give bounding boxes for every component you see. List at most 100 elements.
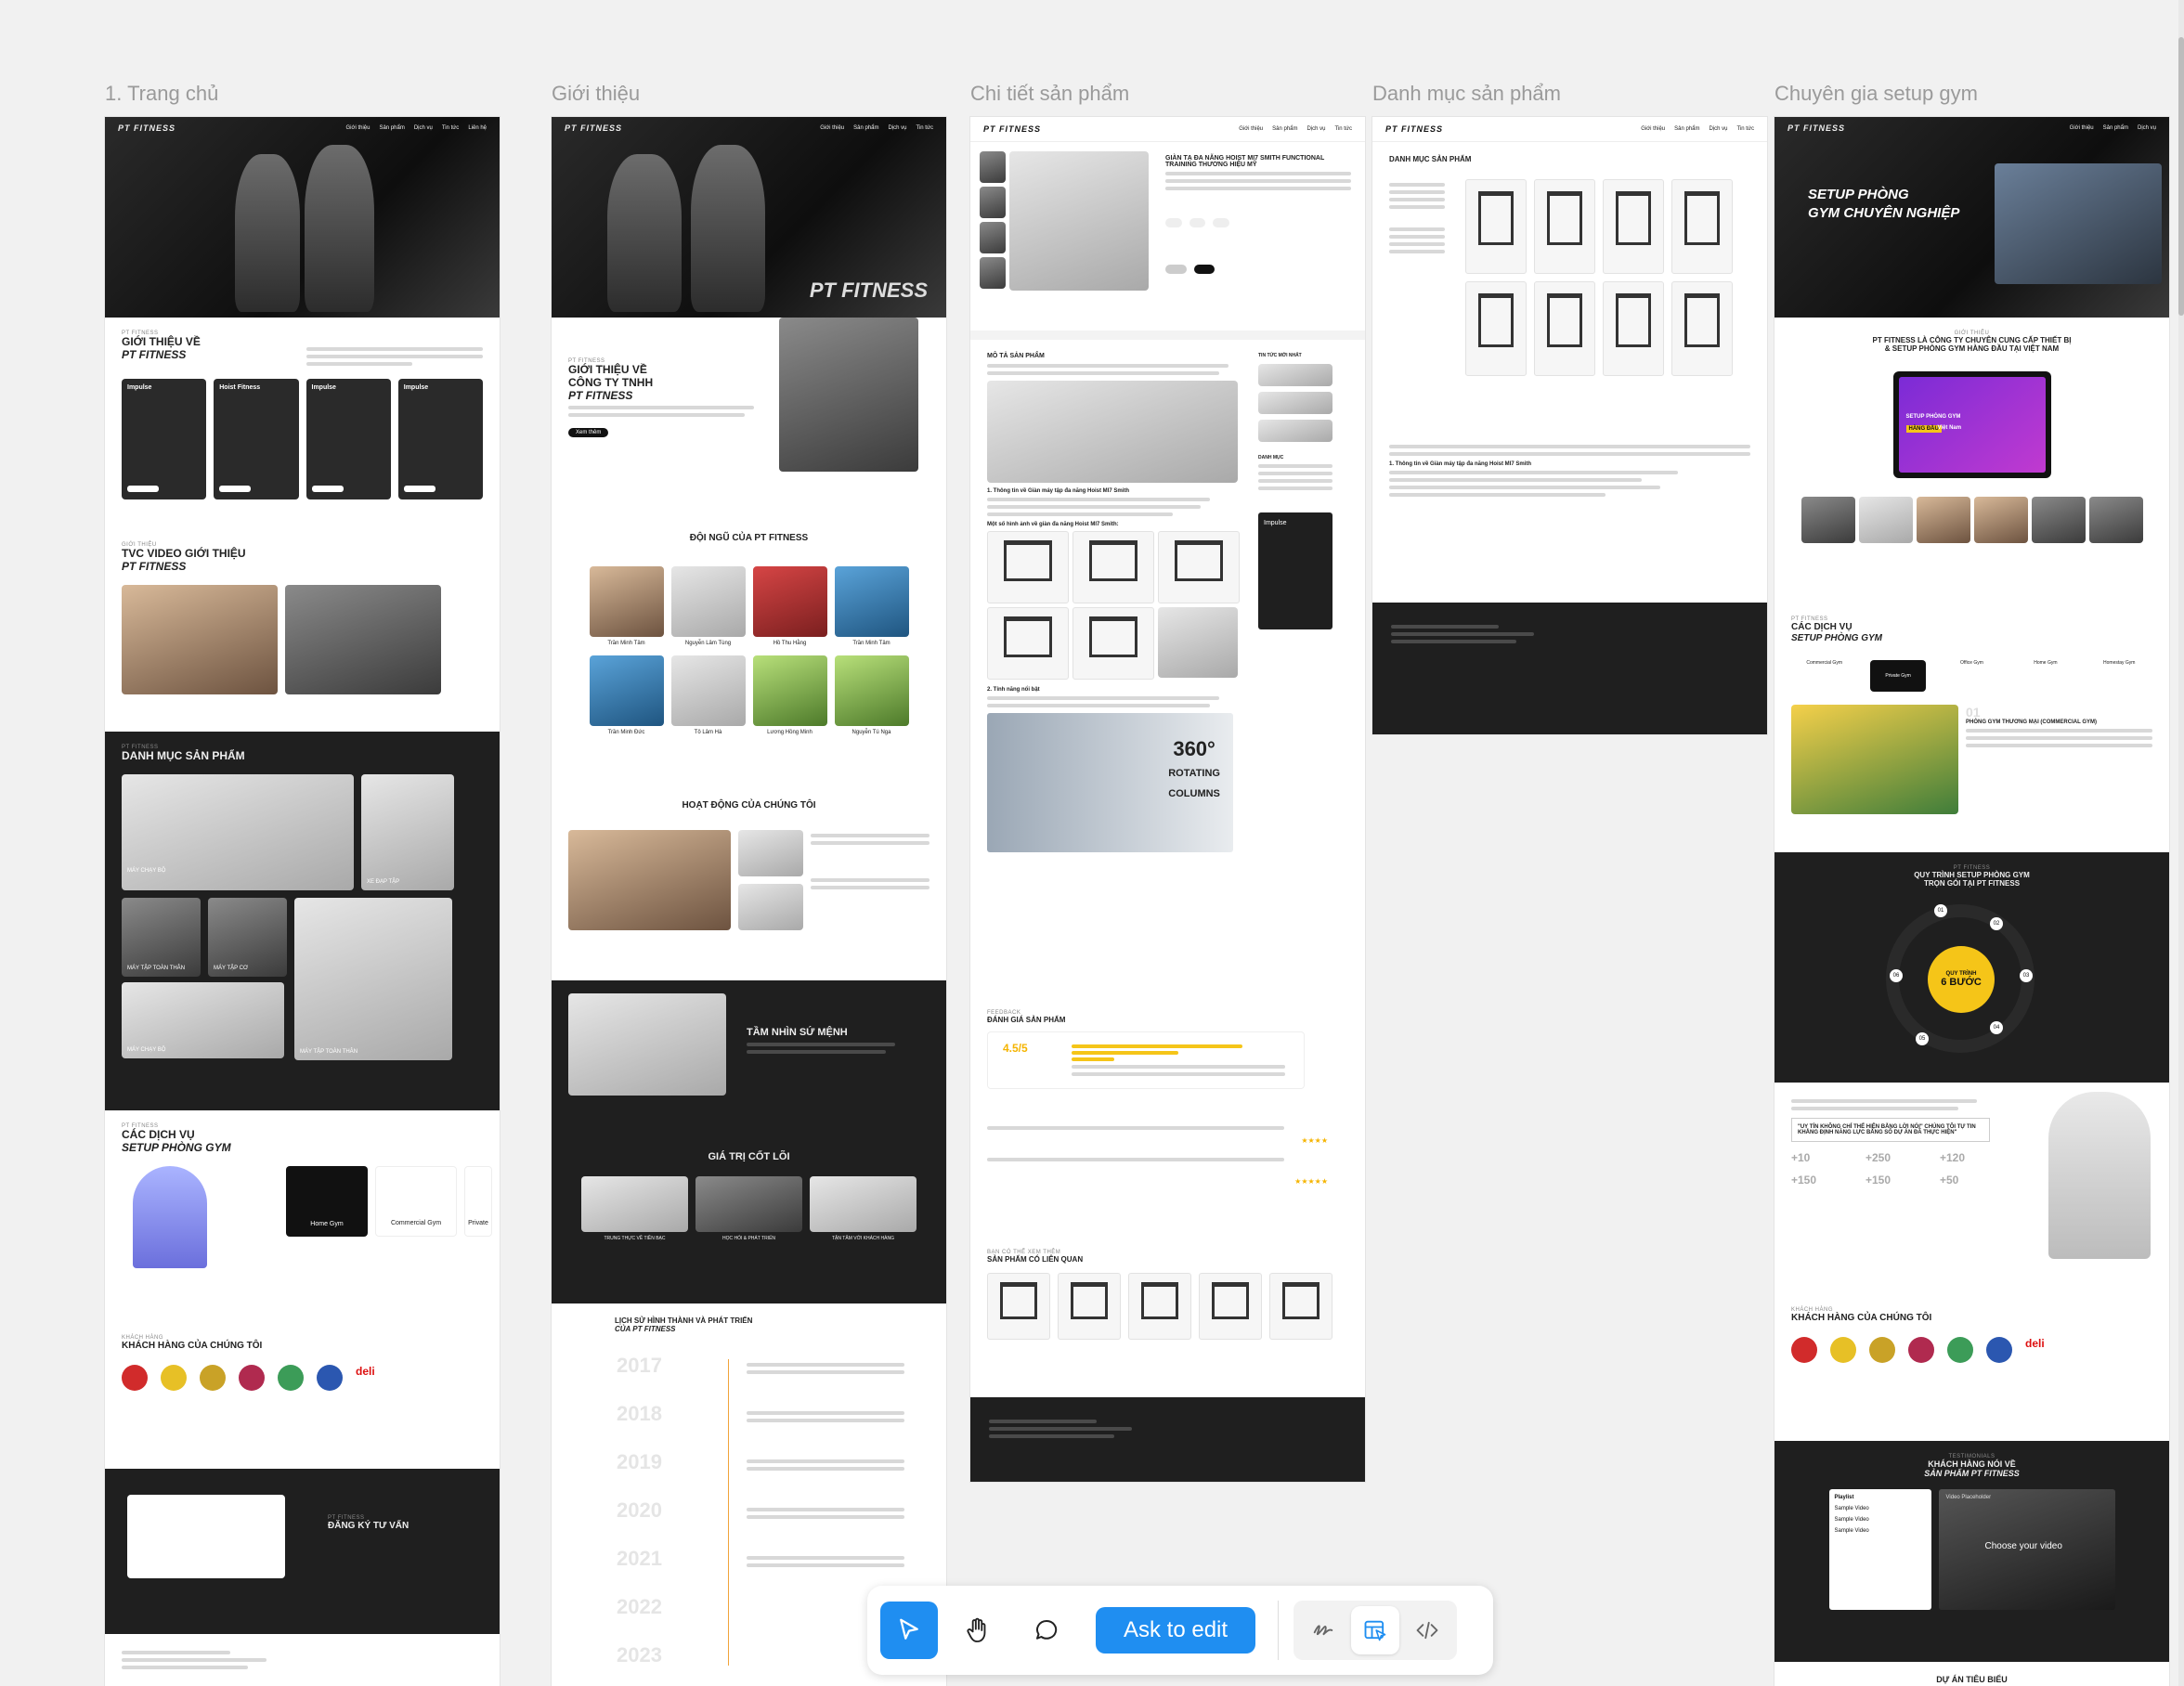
frame-title-category: Danh mục sản phẩm (1372, 82, 1561, 105)
home-video: GIỚI THIỆU TVC VIDEO GIỚI THIỆU PT FITNES… (105, 529, 500, 732)
frame-detail[interactable]: PT FITNESS Giới thiệu Sản phẩm Dịch vụ Tin t… (970, 117, 1365, 1482)
frame-title-detail: Chi tiết sản phẩm (970, 82, 1130, 105)
home-categories: PT FITNESS DANH MỤC SẢN PHẨM MÁY CHẠY BỘ… (105, 732, 500, 1110)
video-player[interactable]: Video Placeholder Choose your video (1938, 1489, 2115, 1610)
category-tile[interactable]: MÁY CHẠY BỘ (122, 773, 354, 890)
expert-projects: DỰ ÁN TIÊU BIỂU (1774, 1662, 2169, 1686)
category-tile[interactable]: MÁY TẬP TOÀN THÂN (122, 897, 201, 977)
category-tile[interactable]: MÁY CHẠY BỘ (122, 981, 284, 1058)
service-card-home-gym[interactable]: Home Gym (286, 1166, 368, 1237)
consult-form[interactable] (127, 1495, 285, 1578)
category-footer (1372, 603, 1767, 734)
frame-home[interactable]: PT FITNESS Giới thiệu Sản phẩm Dịch vụ Tin … (105, 117, 500, 1686)
cursor-icon (900, 1618, 918, 1640)
detail-related: BẠN CÓ THỂ XEM THÊM SẢN PHẨM CÓ LIÊN QUA… (970, 1237, 1365, 1397)
home-clients-title: KHÁCH HÀNG CỦA CHÚNG TÔI (122, 1341, 263, 1351)
home-about: PT FITNESS GIỚI THIỆU VỀ PT FITNESS Impul… (105, 318, 500, 529)
intro-about: PT FITNESS GIỚI THIỆU VỀ CÔNG TY TNHH PT F… (552, 318, 946, 520)
intro-history-title: LỊCH SỬ HÌNH THÀNH VÀ PHÁT TRIỂN CỦA PT F… (615, 1316, 753, 1334)
home-brand-card[interactable]: Impulse (122, 378, 207, 499)
detail-footer (970, 1397, 1365, 1482)
comment-tool-button[interactable] (1018, 1602, 1075, 1659)
expert-testimonial-title: KHÁCH HÀNG NÓI VỀ SẢN PHẨM PT FITNESS (1924, 1459, 2020, 1478)
frame-expert[interactable]: PT FITNESS Giới thiệu Sản phẩm Dịch vụ SETU… (1774, 117, 2169, 1686)
category-tile[interactable]: MÁY TẬP CƠ (208, 897, 287, 977)
intro-activities: HOẠT ĐỘNG CỦA CHÚNG TÔI (552, 787, 946, 980)
home-brand-card[interactable]: Impulse (306, 378, 391, 499)
intro-vision-title: TẦM NHÌN SỨ MỆNH (747, 1027, 848, 1038)
scribble-icon (1313, 1625, 1333, 1636)
category-tile[interactable]: MÁY TẬP TOÀN THÂN (294, 897, 452, 1060)
expert-testimonials: TESTIMONIALS KHÁCH HÀNG NÓI VỀ SẢN PHẨM P… (1774, 1441, 2169, 1662)
home-brand-card[interactable]: Hoist Fitness (214, 378, 299, 499)
draw-mode-button[interactable] (1299, 1606, 1347, 1654)
design-mode-button[interactable] (1351, 1606, 1400, 1654)
detail-review-title: ĐÁNH GIÁ SẢN PHẨM (987, 1016, 1066, 1024)
layout-cursor-icon (1364, 1620, 1386, 1641)
ask-to-edit-button[interactable]: Ask to edit (1096, 1607, 1256, 1654)
expert-services-title: CÁC DỊCH VỤ SETUP PHÒNG GYM (1791, 622, 1882, 643)
mode-switcher (1294, 1601, 1458, 1660)
home-consult: PT FITNESS ĐĂNG KÝ TƯ VẤN (105, 1469, 500, 1634)
expert-quote: "UY TÍN KHÔNG CHỈ THỂ HIỆN BẰNG LỜI NÓI"… (1791, 1118, 1990, 1142)
frame-category[interactable]: PT FITNESS Giới thiệu Sản phẩm Dịch vụ Tin t… (1372, 117, 1767, 734)
service-tab[interactable]: Homestay Gym (2091, 660, 2147, 692)
home-services: PT FITNESS CÁC DỊCH VỤ SETUP PHÒNG GYM Ho… (105, 1110, 500, 1322)
code-icon (1416, 1621, 1438, 1640)
frame-title-expert: Chuyên gia setup gym (1774, 82, 1978, 105)
home-video-title: TVC VIDEO GIỚI THIỆU PT FITNESS (122, 547, 246, 573)
home-services-title: CÁC DỊCH VỤ SETUP PHÒNG GYM (122, 1128, 231, 1154)
video-thumb[interactable] (285, 584, 441, 694)
home-logo[interactable]: PT FITNESS (118, 123, 176, 133)
expert-process-title: QUY TRÌNH SETUP PHÒNG GYM TRỌN GÓI TẠI PT… (1914, 871, 2030, 888)
intro-vision: TẦM NHÌN SỨ MỆNH GIÁ TRỊ CỐT LÕI TRUNG T… (552, 980, 946, 1303)
intro-values-title: GIÁ TRỊ CỐT LÕI (708, 1151, 790, 1162)
service-tab[interactable]: Office Gym (1944, 660, 1999, 692)
expert-clients: KHÁCH HÀNG KHÁCH HÀNG CỦA CHÚNG TÔI deli (1774, 1294, 2169, 1441)
intro-hero-brand: PT FITNESS (809, 279, 928, 302)
intro-team: ĐỘI NGŨ CỦA PT FITNESS Trần Minh Tâm Ngu… (552, 520, 946, 787)
frame-intro[interactable]: PT FITNESS Giới thiệu Sản phẩm Dịch vụ Tin t… (552, 117, 946, 1686)
video-playlist[interactable]: Playlist Sample Video Sample Video Sample … (1828, 1489, 1931, 1610)
home-brand-card[interactable]: Impulse (397, 378, 483, 499)
home-hero: PT FITNESS Giới thiệu Sản phẩm Dịch vụ Tin … (105, 117, 500, 318)
category-page-title: DANH MỤC SẢN PHẨM (1389, 155, 1472, 163)
category-grid-section: DANH MỤC SẢN PHẨM (1372, 142, 1767, 428)
expert-clients-title: KHÁCH HÀNG CỦA CHÚNG TÔI (1791, 1313, 1932, 1323)
expert-intro: GIỚI THIỆU PT FITNESS LÀ CÔNG TY CHUYÊN … (1774, 318, 2169, 603)
service-tab-active[interactable]: Private Gym (1870, 660, 1927, 692)
detail-description: MÔ TẢ SẢN PHẨM 1. Thông tin về Giàn máy … (970, 340, 1365, 997)
category-tile[interactable]: XE ĐẠP TẬP (361, 773, 454, 890)
detail-product-title: GIÀN TẠ ĐA NĂNG HOIST MI7 SMITH FUNCTION… (1165, 155, 1325, 168)
frame-title-home: 1. Trang chủ (105, 82, 219, 105)
toolbar-divider (1278, 1601, 1280, 1660)
expert-hero: PT FITNESS Giới thiệu Sản phẩm Dịch vụ SETU… (1774, 117, 2169, 318)
expert-stats: "UY TÍN KHÔNG CHỈ THỂ HIỆN BẰNG LỜI NÓI"… (1774, 1083, 2169, 1294)
service-tab[interactable]: Home Gym (2018, 660, 2074, 692)
intro-team-title: ĐỘI NGŨ CỦA PT FITNESS (689, 533, 809, 543)
home-consult-title: ĐĂNG KÝ TƯ VẤN (328, 1521, 410, 1531)
detail-reviews: FEEDBACK ĐÁNH GIÁ SẢN PHẨM 4.5/5 ★★★★ ★★… (970, 997, 1365, 1237)
service-card-commercial[interactable]: Commercial Gym (375, 1166, 457, 1237)
canvas-scrollbar[interactable] (2178, 0, 2184, 1686)
expert-process: PT FITNESS QUY TRÌNH SETUP PHÒNG GYM TRỌN… (1774, 852, 2169, 1083)
editor-toolbar: Ask to edit (867, 1586, 1493, 1675)
service-tab[interactable]: Commercial Gym (1797, 660, 1852, 692)
detail-product: GIÀN TẠ ĐA NĂNG HOIST MI7 SMITH FUNCTION… (970, 142, 1365, 331)
hand-tool-button[interactable] (949, 1602, 1007, 1659)
frame-title-intro: Giới thiệu (552, 82, 641, 105)
code-mode-button[interactable] (1403, 1606, 1451, 1654)
expert-services: PT FITNESS CÁC DỊCH VỤ SETUP PHÒNG GYM Co… (1774, 603, 2169, 852)
select-tool-button[interactable] (880, 1602, 938, 1659)
home-cat-title: DANH MỤC SẢN PHẨM (122, 749, 245, 762)
service-card-private[interactable]: Private (464, 1166, 492, 1237)
home-nav: PT FITNESS Giới thiệu Sản phẩm Dịch vụ Tin … (118, 123, 487, 133)
expert-projects-title: DỰ ÁN TIÊU BIỂU (1936, 1675, 2008, 1684)
comment-icon (1036, 1619, 1058, 1640)
hand-icon (967, 1617, 986, 1642)
category-description: 1. Thông tin về Giàn máy tập đa năng Hoi… (1372, 428, 1767, 603)
intro-activities-title: HOẠT ĐỘNG CỦA CHÚNG TÔI (682, 800, 816, 811)
video-thumb[interactable] (122, 584, 278, 694)
expert-intro-title: PT FITNESS LÀ CÔNG TY CHUYÊN CUNG CẤP TH… (1872, 336, 2072, 353)
home-footer (105, 1634, 500, 1686)
